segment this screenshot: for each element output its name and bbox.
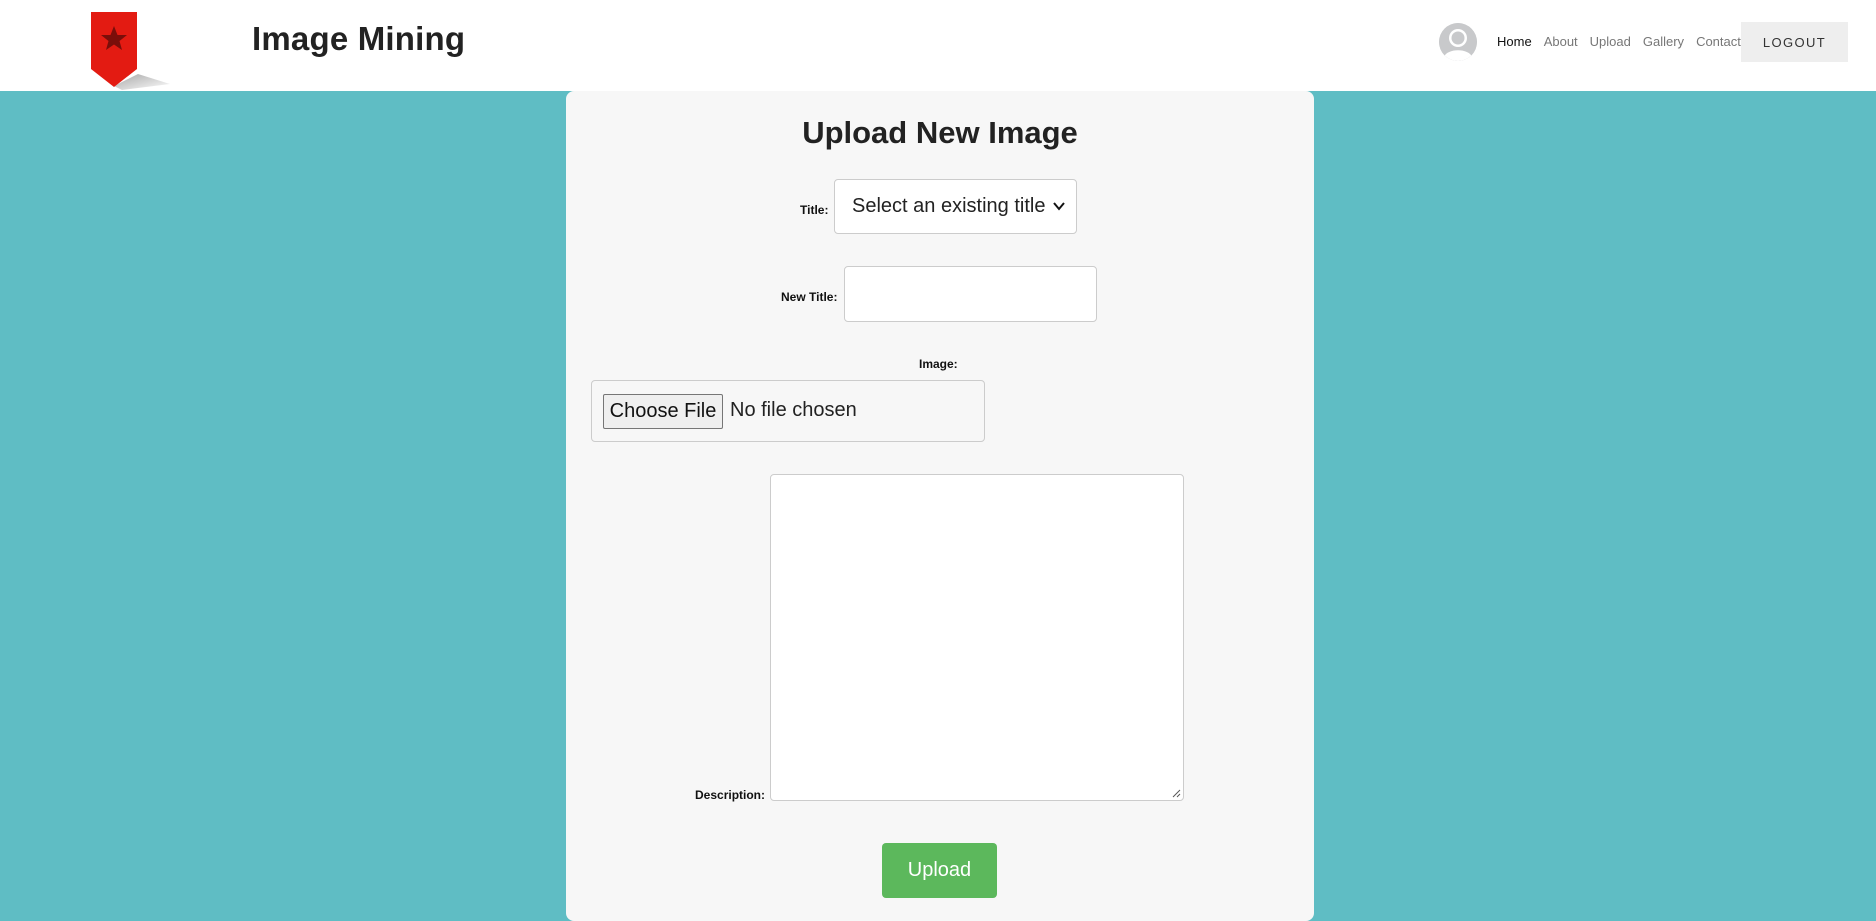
new-title-input[interactable] xyxy=(844,266,1097,322)
nav-contact[interactable]: Contact xyxy=(1696,34,1741,49)
upload-card: Upload New Image Title: Select an existi… xyxy=(566,91,1314,921)
resize-grip-icon[interactable] xyxy=(1171,788,1181,798)
nav-upload[interactable]: Upload xyxy=(1590,34,1631,49)
top-header: Image Mining Home About Upload Gallery C… xyxy=(0,0,1876,91)
file-status: No file chosen xyxy=(730,399,857,421)
title-select-value: Select an existing title xyxy=(852,195,1046,217)
new-title-label: New Title: xyxy=(781,290,838,304)
upload-button[interactable]: Upload xyxy=(882,843,997,898)
main-nav: Home About Upload Gallery Contact xyxy=(1497,34,1753,49)
logo-icon xyxy=(90,12,170,92)
nav-gallery[interactable]: Gallery xyxy=(1643,34,1684,49)
page-title: Upload New Image xyxy=(802,115,1078,150)
nav-about[interactable]: About xyxy=(1544,34,1578,49)
description-label: Description: xyxy=(695,788,766,802)
brand-title: Image Mining xyxy=(252,20,466,57)
description-textarea[interactable] xyxy=(770,474,1184,801)
logout-button[interactable]: LOGOUT xyxy=(1741,22,1848,62)
image-file-input: Choose File No file chosen xyxy=(591,380,985,442)
chevron-down-icon xyxy=(1053,202,1065,211)
title-label: Title: xyxy=(800,203,829,217)
image-label: Image: xyxy=(919,357,958,371)
title-select[interactable]: Select an existing title xyxy=(834,179,1077,234)
user-avatar-icon[interactable] xyxy=(1439,23,1477,61)
nav-home[interactable]: Home xyxy=(1497,34,1532,49)
choose-file-button[interactable]: Choose File xyxy=(603,394,723,429)
